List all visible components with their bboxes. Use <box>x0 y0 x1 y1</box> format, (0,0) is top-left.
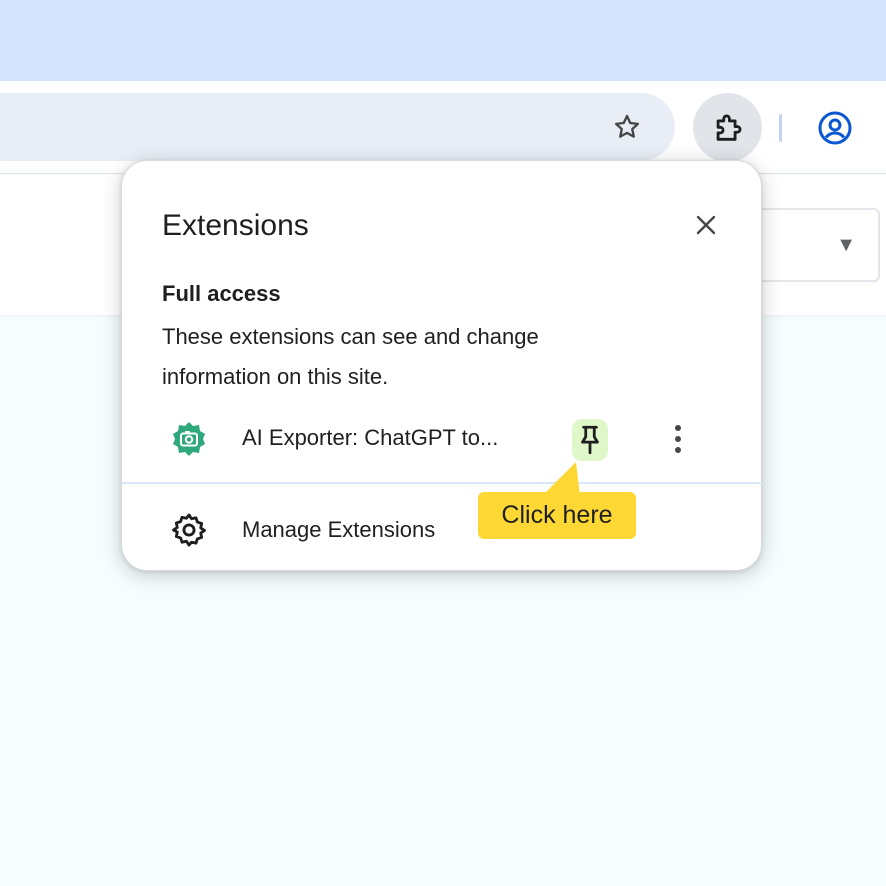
puzzle-icon <box>716 114 741 141</box>
toolbar-divider <box>779 114 782 142</box>
pin-icon <box>581 425 599 455</box>
extensions-popup: Extensions Full access These extensions … <box>121 160 763 571</box>
extensions-button[interactable] <box>693 93 762 162</box>
more-options-button[interactable] <box>658 417 698 461</box>
camera-badge-icon <box>173 422 205 456</box>
popup-title: Extensions <box>162 209 309 242</box>
more-vert-icon <box>675 425 681 453</box>
close-button[interactable] <box>686 205 726 245</box>
section-description: These extensions can see and change info… <box>162 324 539 389</box>
profile-button[interactable] <box>810 103 860 153</box>
callout-pointer <box>542 462 580 496</box>
bookmark-button[interactable] <box>603 103 651 151</box>
extension-name: AI Exporter: ChatGPT to... <box>242 425 499 450</box>
callout-text: Click here <box>501 501 613 529</box>
gear-icon <box>172 513 206 547</box>
pin-button[interactable] <box>572 419 608 461</box>
star-icon <box>614 114 640 138</box>
account-circle-icon <box>818 111 852 145</box>
section-title: Full access <box>162 281 281 306</box>
callout-tooltip: Click here <box>478 492 636 539</box>
divider <box>122 482 763 484</box>
tab-strip <box>0 0 886 81</box>
address-bar[interactable] <box>0 93 675 161</box>
dropdown-arrow-icon: ▼ <box>836 234 856 256</box>
manage-extensions-item[interactable]: Manage Extensions <box>122 497 763 557</box>
close-icon <box>696 215 716 235</box>
extension-item[interactable]: AI Exporter: ChatGPT to... <box>122 409 763 469</box>
manage-extensions-label: Manage Extensions <box>242 517 436 542</box>
